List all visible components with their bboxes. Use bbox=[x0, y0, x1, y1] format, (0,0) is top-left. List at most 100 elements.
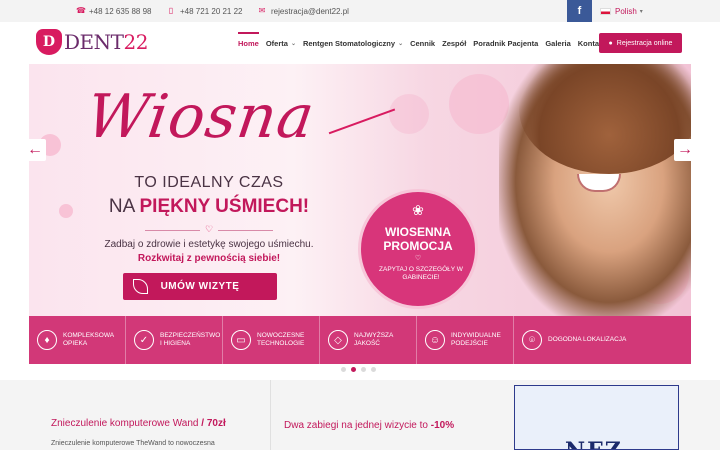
nav-label: Galeria bbox=[545, 38, 571, 48]
logo-prefix: DENT bbox=[64, 30, 124, 54]
info-section: Znieczulenie komputerowe Wand / 70zł Zni… bbox=[0, 380, 720, 450]
hero-script-title: Wiosna bbox=[82, 82, 320, 152]
slider-next-arrow[interactable]: → bbox=[674, 139, 696, 161]
card-title-text: Znieczulenie komputerowe Wand bbox=[51, 418, 199, 429]
slider-dot[interactable] bbox=[341, 367, 346, 372]
feature-item: ◇ Najwyższa jakość bbox=[320, 316, 417, 364]
nfz-banner[interactable]: NFZ bbox=[514, 385, 679, 450]
nav-label: Poradnik Pacjenta bbox=[473, 38, 539, 48]
diamond-icon: ◇ bbox=[328, 330, 348, 350]
promo-title-1: WIOSENNA bbox=[385, 225, 451, 239]
location-pin-icon: ⌾ bbox=[522, 330, 542, 350]
nav-item-galeria[interactable]: Galeria bbox=[545, 22, 570, 64]
phone-2-text: +48 721 20 21 22 bbox=[180, 6, 243, 16]
slider-dots bbox=[341, 367, 381, 372]
book-visit-button[interactable]: UMÓW WIZYTĘ bbox=[123, 273, 277, 300]
nav-item-zespol[interactable]: Zespół bbox=[442, 22, 466, 64]
smile-icon: ☺ bbox=[425, 330, 445, 350]
feature-item: ☺ Indywidualne podejście bbox=[417, 316, 514, 364]
hero-line-3: Zadbaj o zdrowie i estetykę swojego uśmi… bbox=[104, 239, 314, 250]
register-label: Rejestracja online bbox=[616, 39, 673, 47]
nav-item-cennik[interactable]: Cennik bbox=[410, 22, 435, 64]
envelope-icon: ✉ bbox=[258, 6, 266, 15]
tooth-icon: ♦ bbox=[37, 330, 57, 350]
wand-anesthesia-card[interactable]: Znieczulenie komputerowe Wand / 70zł Zni… bbox=[30, 380, 265, 450]
email-link[interactable]: ✉ rejestracja@dent22.pl bbox=[258, 0, 349, 22]
logo[interactable]: D DENT22 bbox=[36, 29, 148, 55]
nav-item-home[interactable]: Home bbox=[238, 22, 259, 64]
chevron-down-icon: ⌄ bbox=[290, 40, 296, 47]
nav-label: Home bbox=[238, 38, 259, 48]
laptop-tooth-icon: ▭ bbox=[231, 330, 251, 350]
hero-line-1: TO IDEALNY CZAS bbox=[134, 174, 284, 191]
promo-subtitle: ZAPYTAJ O SZCZEGÓŁY W GABINECIE! bbox=[379, 266, 463, 281]
shield-icon: ✓ bbox=[134, 330, 154, 350]
user-icon: ● bbox=[608, 39, 613, 47]
nav-label: Cennik bbox=[410, 38, 436, 48]
card-title-text: Dwa zabiegi na jednej wizycie to bbox=[284, 420, 431, 431]
leaf-branch-decoration bbox=[328, 108, 400, 146]
slider-prev-arrow[interactable]: ← bbox=[24, 139, 46, 161]
hero-line-2: NA PIĘKNY UŚMIECH! bbox=[29, 196, 389, 218]
register-online-button[interactable]: ● Rejestracja online bbox=[599, 33, 682, 53]
heart-divider-icon: ♡ bbox=[145, 224, 273, 235]
logo-number: 22 bbox=[123, 30, 148, 54]
hero-line-2-highlight: PIĘKNY UŚMIECH! bbox=[139, 196, 310, 217]
chevron-down-icon: ⌄ bbox=[398, 40, 404, 47]
language-selector[interactable]: Polish ▾ bbox=[600, 0, 643, 22]
card-discount: -10% bbox=[430, 420, 455, 431]
arrow-left-icon: ← bbox=[27, 141, 43, 158]
hero-line-4: Rozkwitaj z pewnością siebie! bbox=[137, 253, 281, 264]
feature-label: Kompleksowa opieka bbox=[63, 332, 114, 347]
feature-label: Dogodna lokalizacja bbox=[548, 336, 627, 343]
nav-item-poradnik[interactable]: Poradnik Pacjenta bbox=[473, 22, 538, 64]
nav-item-oferta[interactable]: Oferta ⌄ bbox=[266, 22, 296, 64]
flower-icon: ❀ bbox=[412, 202, 424, 218]
nfz-logo-text: NFZ bbox=[565, 438, 623, 449]
heart-icon: ♡ bbox=[414, 255, 422, 262]
nav-label: Rentgen Stomatologiczny bbox=[302, 38, 396, 48]
slider-dot[interactable] bbox=[371, 367, 376, 372]
feature-item: ▭ Nowoczesne technologie bbox=[223, 316, 320, 364]
facebook-icon: f bbox=[577, 5, 582, 17]
card-title: Znieczulenie komputerowe Wand / 70zł bbox=[51, 418, 226, 429]
feature-item: ⌾ Dogodna lokalizacja bbox=[514, 316, 691, 364]
top-bar: ☎ +48 12 635 88 98 ▯ +48 721 20 21 22 ✉ … bbox=[0, 0, 720, 22]
two-treatments-card[interactable]: Dwa zabiegi na jednej wizycie to -10% bbox=[270, 380, 505, 450]
arrow-right-icon: → bbox=[677, 141, 693, 158]
cta-label: UMÓW WIZYTĘ bbox=[160, 281, 240, 292]
feature-label: Najwyższa jakość bbox=[354, 332, 394, 347]
feature-label: Indywidualne podejście bbox=[451, 332, 501, 347]
nav-item-rentgen[interactable]: Rentgen Stomatologiczny ⌄ bbox=[303, 22, 403, 64]
nav-label: Oferta bbox=[265, 38, 288, 48]
slider-dot[interactable] bbox=[361, 367, 366, 372]
promo-title-2: PROMOCJA bbox=[383, 239, 453, 253]
language-label: Polish bbox=[615, 6, 637, 16]
site-header: D DENT22 Home Oferta ⌄ Rentgen Stomatolog… bbox=[0, 22, 720, 64]
card-price: / 70zł bbox=[198, 418, 226, 429]
features-band: ♦ Kompleksowa opieka ✓ Bezpieczeństwo i hi… bbox=[29, 316, 691, 364]
hero-line-2-prefix: NA bbox=[108, 196, 140, 217]
feature-label: Bezpieczeństwo i higiena bbox=[160, 332, 221, 347]
main-nav: Home Oferta ⌄ Rentgen Stomatologiczny ⌄ Ce… bbox=[238, 22, 613, 64]
card-title: Dwa zabiegi na jednej wizycie to -10% bbox=[284, 420, 454, 431]
spring-promo-badge: ❀ WIOSENNA PROMOCJA ♡ ZAPYTAJ O SZCZEGÓŁ… bbox=[358, 189, 478, 309]
slider-dot[interactable] bbox=[351, 367, 356, 372]
phone-1-text: +48 12 635 88 98 bbox=[89, 6, 152, 16]
mobile-icon: ▯ bbox=[168, 6, 174, 15]
facebook-button[interactable]: f bbox=[567, 0, 592, 22]
hero-slider: Wiosna TO IDEALNY CZAS NA PIĘKNY UŚMIECH… bbox=[29, 64, 691, 364]
poland-flag-icon bbox=[600, 7, 611, 15]
leaf-icon bbox=[133, 279, 148, 294]
phone-1[interactable]: ☎ +48 12 635 88 98 bbox=[76, 0, 152, 22]
chevron-down-icon: ▾ bbox=[639, 8, 643, 15]
nav-label: Zespół bbox=[442, 38, 467, 48]
card-description: Znieczulenie komputerowe TheWand to nowo… bbox=[51, 440, 215, 447]
phone-icon: ☎ bbox=[76, 6, 86, 15]
logo-text: DENT22 bbox=[64, 30, 148, 54]
email-text: rejestracja@dent22.pl bbox=[271, 6, 349, 16]
feature-item: ♦ Kompleksowa opieka bbox=[29, 316, 126, 364]
phone-2[interactable]: ▯ +48 721 20 21 22 bbox=[167, 0, 243, 22]
feature-label: Nowoczesne technologie bbox=[257, 332, 305, 347]
tooth-logo-icon: D bbox=[36, 29, 62, 55]
